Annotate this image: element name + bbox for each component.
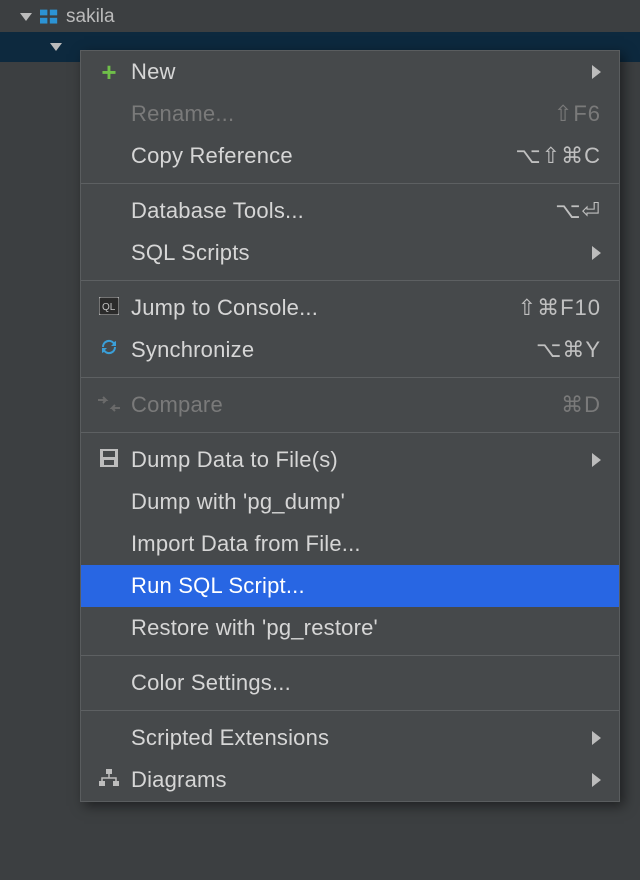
menu-item-label: Color Settings... (125, 670, 601, 696)
menu-item-label: Rename... (125, 101, 542, 127)
menu-separator (81, 655, 619, 656)
menu-item-label: Run SQL Script... (125, 573, 601, 599)
menu-item[interactable]: Copy Reference ⌥⇧⌘C (81, 135, 619, 177)
submenu-arrow-icon (592, 65, 601, 79)
console-icon: QL (99, 295, 119, 321)
tree-root-label: sakila (66, 6, 115, 28)
menu-item-label: SQL Scripts (125, 240, 580, 266)
menu-item-label: Diagrams (125, 767, 580, 793)
menu-item[interactable]: + New (81, 51, 619, 93)
menu-item[interactable]: SQL Scripts (81, 232, 619, 274)
save-icon (100, 447, 118, 473)
menu-item-label: Import Data from File... (125, 531, 601, 557)
menu-item[interactable]: QL Jump to Console... ⇧⌘F10 (81, 287, 619, 329)
menu-item[interactable]: Import Data from File... (81, 523, 619, 565)
submenu-arrow-icon (592, 246, 601, 260)
menu-item[interactable]: Color Settings... (81, 662, 619, 704)
menu-item-shortcut: ⌥⇧⌘C (515, 143, 601, 169)
menu-item-shortcut: ⇧⌘F10 (518, 295, 601, 321)
menu-item[interactable]: Synchronize ⌥⌘Y (81, 329, 619, 371)
menu-item[interactable]: Run SQL Script... (81, 565, 619, 607)
menu-item[interactable]: Diagrams (81, 759, 619, 801)
menu-item-icon-slot (93, 447, 125, 473)
menu-item-label: Dump Data to File(s) (125, 447, 580, 473)
submenu-arrow-icon (592, 453, 601, 467)
menu-item: Rename... ⇧F6 (81, 93, 619, 135)
menu-item-label: Copy Reference (125, 143, 503, 169)
menu-item-icon-slot (93, 767, 125, 793)
menu-item[interactable]: Scripted Extensions (81, 717, 619, 759)
menu-separator (81, 377, 619, 378)
menu-separator (81, 280, 619, 281)
database-schema-icon (40, 8, 58, 26)
menu-item[interactable]: Dump with 'pg_dump' (81, 481, 619, 523)
expand-arrow-icon (50, 43, 62, 51)
menu-item-shortcut: ⌘D (561, 392, 601, 418)
menu-separator (81, 432, 619, 433)
menu-item-label: New (125, 59, 580, 85)
menu-item: Compare ⌘D (81, 384, 619, 426)
context-menu: + New Rename... ⇧F6 Copy Reference ⌥⇧⌘C Databa… (80, 50, 620, 802)
menu-item-shortcut: ⌥⌘Y (536, 337, 601, 363)
menu-item-label: Dump with 'pg_dump' (125, 489, 601, 515)
compare-icon (98, 392, 120, 418)
expand-arrow-icon (20, 13, 32, 21)
sync-icon (99, 337, 119, 363)
menu-item-icon-slot (93, 337, 125, 363)
tree-row[interactable]: sakila (0, 2, 640, 32)
menu-item[interactable]: Database Tools... ⌥⏎ (81, 190, 619, 232)
submenu-arrow-icon (592, 731, 601, 745)
menu-item-icon-slot: + (93, 59, 125, 85)
menu-item-label: Restore with 'pg_restore' (125, 615, 601, 641)
menu-item-shortcut: ⌥⏎ (555, 198, 601, 224)
menu-item-icon-slot (93, 392, 125, 418)
submenu-arrow-icon (592, 773, 601, 787)
menu-separator (81, 183, 619, 184)
plus-icon: + (101, 59, 116, 85)
menu-item-shortcut: ⇧F6 (554, 101, 601, 127)
menu-item-label: Synchronize (125, 337, 524, 363)
menu-item-icon-slot: QL (93, 295, 125, 321)
svg-text:QL: QL (102, 302, 116, 313)
menu-item-label: Database Tools... (125, 198, 543, 224)
menu-item[interactable]: Restore with 'pg_restore' (81, 607, 619, 649)
menu-item-label: Scripted Extensions (125, 725, 580, 751)
diagram-icon (99, 767, 119, 793)
menu-item[interactable]: Dump Data to File(s) (81, 439, 619, 481)
menu-item-label: Compare (125, 392, 549, 418)
menu-separator (81, 710, 619, 711)
menu-item-label: Jump to Console... (125, 295, 506, 321)
